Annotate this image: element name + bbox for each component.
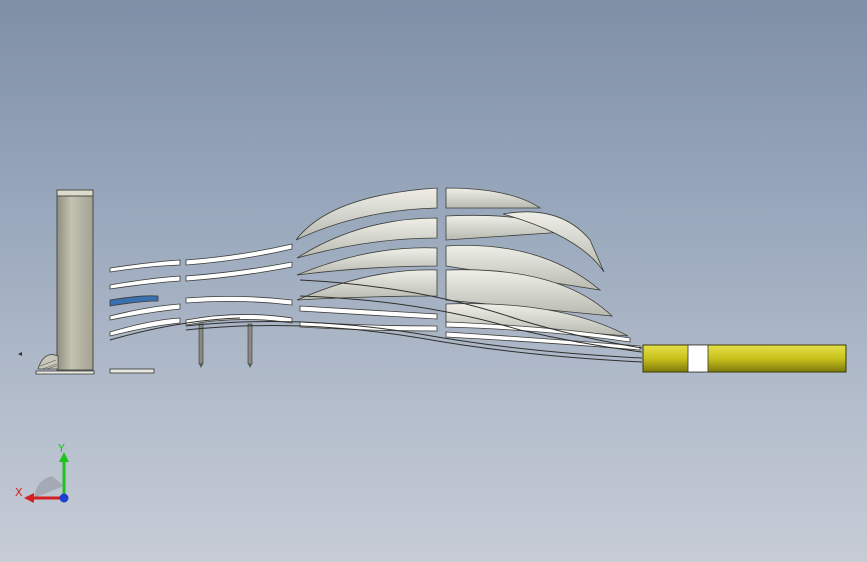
yellow-handle xyxy=(642,344,847,373)
cad-viewport[interactable]: Y X xyxy=(0,0,867,562)
y-axis-label: Y xyxy=(57,442,65,455)
flat-plate xyxy=(109,368,155,374)
vertical-post xyxy=(56,189,94,371)
coordinate-triad-icon: Y X xyxy=(15,442,69,503)
mounting-pins xyxy=(198,323,253,368)
handle-band xyxy=(687,344,709,373)
x-axis-label: X xyxy=(15,486,23,499)
model-view[interactable] xyxy=(0,0,867,562)
